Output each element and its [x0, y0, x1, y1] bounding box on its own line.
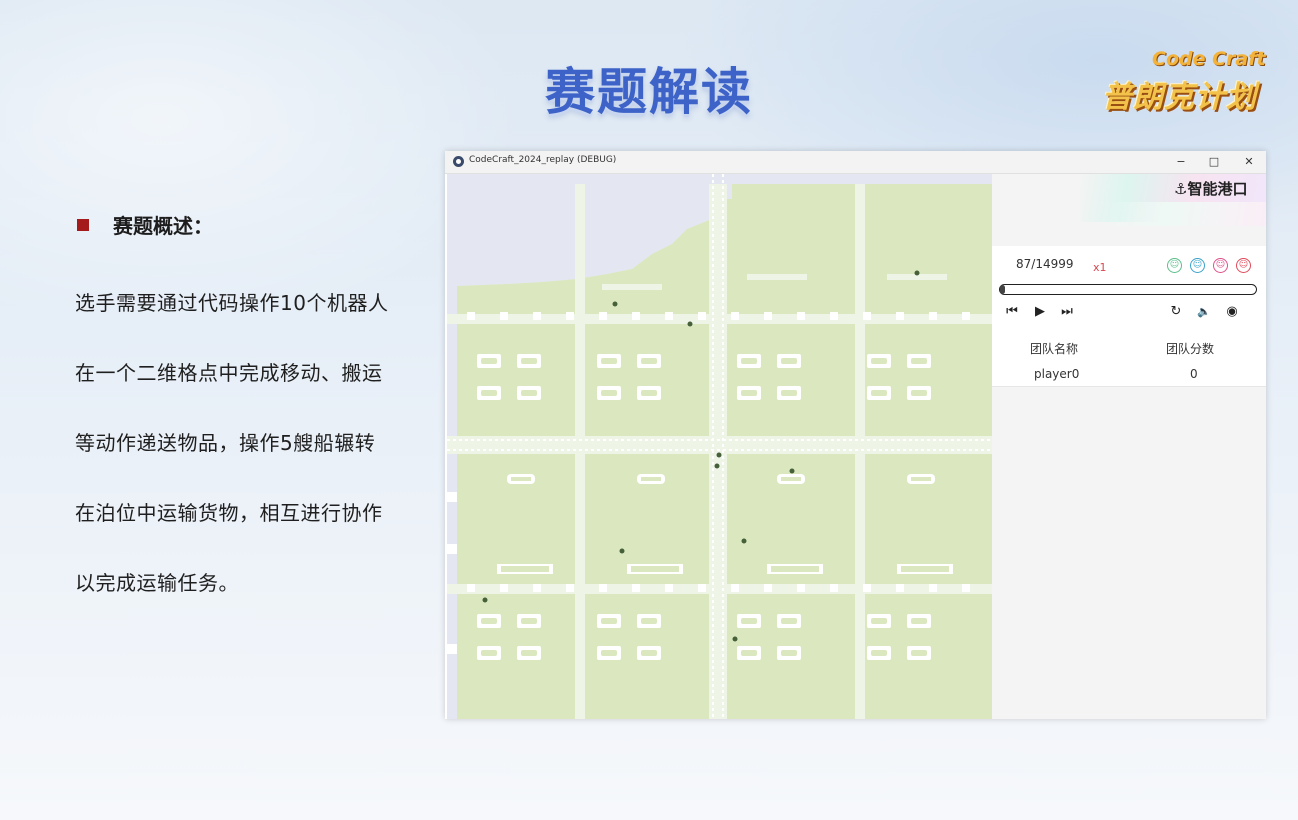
body-line: 选手需要通过代码操作10个机器人 — [75, 291, 389, 315]
team-icon-blue[interactable]: ☺ — [1190, 258, 1205, 273]
bullet-heading: 赛题概述： — [77, 210, 213, 239]
window-titlebar[interactable]: CodeCraft_2024_replay (DEBUG) − □ ✕ — [445, 151, 1266, 174]
body-line: 在一个二维格点中完成移动、搬运 — [75, 361, 383, 385]
window-title: CodeCraft_2024_replay (DEBUG) — [469, 155, 617, 165]
team-icon-red[interactable]: ☺ — [1236, 258, 1251, 273]
map-grid — [447, 174, 992, 719]
volume-icon[interactable]: 🔈 — [1195, 303, 1213, 321]
sidebar-panel: ⚓智能港口 87/14999 x1 ☺ ☺ ☺ ☺ ⏮ ▶ ⏭ ↻ 🔈 ◉ 团队… — [992, 174, 1266, 719]
replay-window: CodeCraft_2024_replay (DEBUG) − □ ✕ ⚓智能港… — [445, 151, 1266, 719]
next-icon[interactable]: ⏭ — [1058, 303, 1076, 321]
team-icon-green[interactable]: ☺ — [1167, 258, 1182, 273]
codecraft-logo: Code Craft 普朗克计划 — [1098, 44, 1288, 115]
body-line: 以完成运输任务。 — [75, 571, 239, 595]
team-name-cell: player0 — [1034, 367, 1080, 381]
team-name-header: 团队名称 — [1030, 342, 1079, 356]
frame-counter: 87/14999 — [1016, 257, 1074, 271]
bullet-square-icon — [77, 218, 89, 231]
progress-slider[interactable] — [999, 284, 1257, 295]
body-line: 在泊位中运输货物，相互进行协作 — [75, 501, 383, 525]
maximize-button[interactable]: □ — [1200, 153, 1228, 171]
view-icon[interactable]: ◉ — [1223, 303, 1241, 321]
logo-main-text: 普朗克计划 — [1102, 80, 1257, 115]
team-score-header: 团队分数 — [1166, 342, 1215, 356]
speed-toggle[interactable]: x1 — [1093, 261, 1107, 274]
body-line: 等动作递送物品，操作5艘船辗转 — [75, 431, 376, 455]
app-icon — [453, 156, 464, 167]
reset-icon[interactable]: ↻ — [1167, 303, 1185, 321]
table-row: player0 0 — [992, 364, 1266, 387]
prev-icon[interactable]: ⏮ — [1003, 303, 1021, 321]
play-icon[interactable]: ▶ — [1031, 303, 1049, 321]
progress-fill — [1000, 285, 1006, 294]
team-score-cell: 0 — [1190, 367, 1198, 381]
close-button[interactable]: ✕ — [1235, 153, 1263, 171]
brand-label: ⚓智能港口 — [1174, 180, 1248, 198]
bullet-heading-text: 赛题概述： — [113, 214, 213, 238]
minimize-button[interactable]: − — [1167, 153, 1195, 171]
team-icon-pink[interactable]: ☺ — [1213, 258, 1228, 273]
map-canvas[interactable] — [447, 174, 992, 719]
logo-top-text: Code Craft — [1152, 48, 1266, 70]
brand-banner-accent — [1102, 202, 1266, 226]
